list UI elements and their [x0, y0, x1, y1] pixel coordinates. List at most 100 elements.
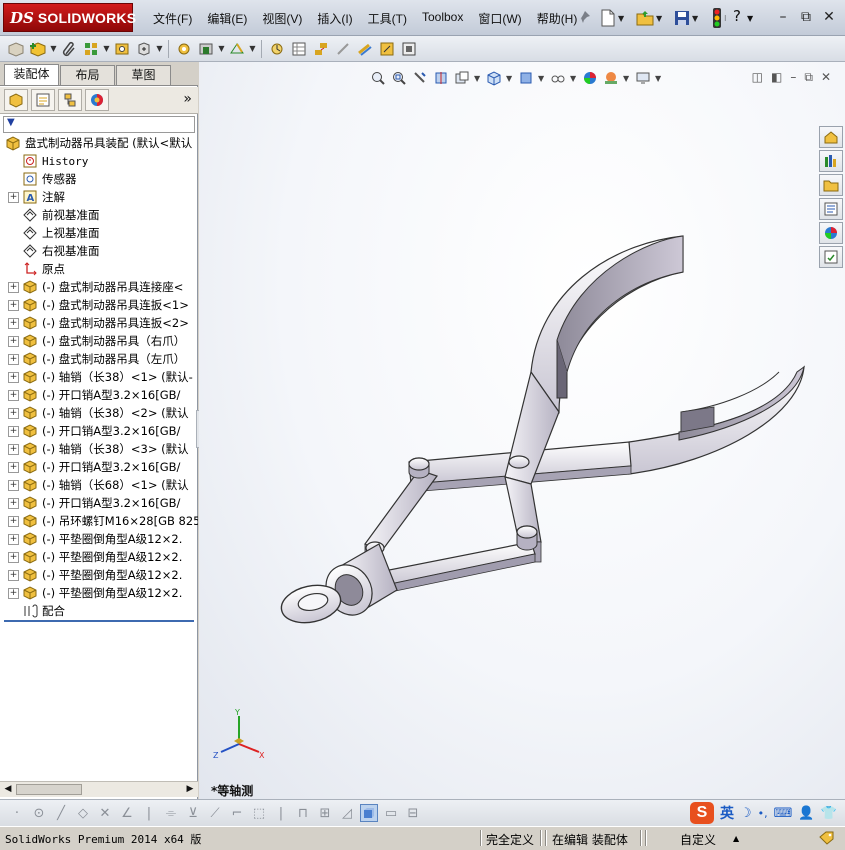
- tree-item[interactable]: + (-) 开口销A型3.2×16[GB/: [8, 458, 198, 476]
- featuremanager-tab[interactable]: [4, 89, 28, 111]
- mate-button[interactable]: [58, 39, 80, 59]
- expand-toggle-icon[interactable]: +: [8, 497, 19, 509]
- more-tabs-button[interactable]: »: [183, 91, 192, 107]
- assembly-features-button[interactable]: [195, 39, 217, 59]
- insert-component-button[interactable]: [5, 39, 27, 59]
- expand-toggle-icon[interactable]: +: [8, 335, 19, 347]
- help-button[interactable]: ? ▼: [733, 7, 753, 25]
- expand-toggle-icon[interactable]: +: [8, 461, 19, 473]
- grid-icon[interactable]: ⊞: [316, 804, 334, 822]
- chevron-down-icon[interactable]: ▼: [217, 44, 226, 53]
- hide-show-items-button[interactable]: [549, 69, 567, 87]
- tree-item[interactable]: + (-) 盘式制动器吊具连扳<1>: [8, 296, 198, 314]
- filter-field[interactable]: ▼: [3, 116, 195, 133]
- chevron-down-icon[interactable]: ▼: [248, 44, 257, 53]
- displaymanager-tab[interactable]: [85, 89, 109, 111]
- task-pane-view-palette[interactable]: [819, 198, 843, 220]
- moon-icon[interactable]: ☽: [740, 806, 752, 821]
- expand-toggle-icon[interactable]: +: [8, 281, 19, 293]
- task-pane-design-library[interactable]: [819, 150, 843, 172]
- open-button[interactable]: ▼: [636, 8, 662, 28]
- edit-appearance-button[interactable]: [581, 69, 599, 87]
- tree-item[interactable]: 上视基准面: [8, 224, 198, 242]
- view-settings-button[interactable]: [634, 69, 652, 87]
- task-pane-file-explorer[interactable]: [819, 174, 843, 196]
- restore-button[interactable]: ⧉: [797, 8, 815, 26]
- tree-item[interactable]: + (-) 轴销（长38）<1> (默认-: [8, 368, 198, 386]
- bill-of-materials-button[interactable]: [288, 39, 310, 59]
- expand-toggle-icon[interactable]: +: [8, 443, 19, 455]
- new-motion-study-button[interactable]: [266, 39, 288, 59]
- view-cube-icon[interactable]: [360, 804, 378, 822]
- chevron-down-icon[interactable]: ▼: [623, 74, 631, 83]
- tab-layout[interactable]: 布局: [60, 65, 115, 85]
- offset-icon[interactable]: ⟋: [206, 804, 224, 822]
- expand-toggle-icon[interactable]: +: [8, 587, 19, 599]
- punctuation-icon[interactable]: •,: [758, 807, 768, 820]
- chevron-down-icon[interactable]: ▼: [538, 74, 546, 83]
- tree-item[interactable]: + (-) 开口销A型3.2×16[GB/: [8, 386, 198, 404]
- previous-view-button[interactable]: [411, 69, 429, 87]
- tree-item[interactable]: + (-) 开口销A型3.2×16[GB/: [8, 494, 198, 512]
- tree-item[interactable]: + (-) 平垫圈倒角型A级12×2.: [8, 566, 198, 584]
- tree-item[interactable]: + A 注解: [8, 188, 198, 206]
- menu-edit[interactable]: 编辑(E): [200, 8, 255, 28]
- chevron-up-icon[interactable]: ▲: [733, 834, 739, 843]
- graphics-area[interactable]: ▼ ▼ ▼ ▼ ▼ ▼ ◫ ◧ – ⧉ ✕ Y X Z *等轴测: [199, 62, 845, 799]
- tree-item[interactable]: 右视基准面: [8, 242, 198, 260]
- split-vertical-icon[interactable]: ◧: [771, 70, 782, 85]
- exploded-view-button[interactable]: [310, 39, 332, 59]
- task-pane-appearances[interactable]: [819, 222, 843, 244]
- corner-rectangle-icon[interactable]: ⌐: [228, 804, 246, 822]
- expand-toggle-icon[interactable]: +: [8, 533, 19, 545]
- dimension-icon[interactable]: ⊓: [294, 804, 312, 822]
- minimize-button[interactable]: –: [774, 8, 792, 26]
- trim-icon[interactable]: ✕: [96, 804, 114, 822]
- interference-button[interactable]: [354, 39, 376, 59]
- split-horizontal-icon[interactable]: ◫: [752, 70, 763, 85]
- tree-rollback-bar[interactable]: [4, 620, 194, 622]
- instant3d-button[interactable]: [376, 39, 398, 59]
- expand-toggle-icon[interactable]: +: [8, 479, 19, 491]
- menu-tools[interactable]: 工具(T): [361, 8, 415, 28]
- tree-item[interactable]: + (-) 吊环螺钉M16×28[GB 825: [8, 512, 198, 530]
- chevron-down-icon[interactable]: ▼: [570, 74, 578, 83]
- dynamic-annotation-button[interactable]: [453, 69, 471, 87]
- tree-item[interactable]: History: [8, 152, 198, 170]
- dashed-rectangle-icon[interactable]: ⬚: [250, 804, 268, 822]
- sogou-logo[interactable]: S: [690, 802, 714, 824]
- tree-item[interactable]: 配合: [8, 602, 198, 620]
- close-button[interactable]: ✕: [820, 8, 838, 26]
- tile-horizontal-icon[interactable]: ▭: [382, 804, 400, 822]
- reference-geometry-button[interactable]: [226, 39, 248, 59]
- expand-toggle-icon[interactable]: +: [8, 551, 19, 563]
- user-icon[interactable]: 👤: [798, 806, 814, 821]
- mirror-icon[interactable]: ⌯: [162, 804, 180, 822]
- menu-window[interactable]: 窗口(W): [471, 8, 529, 28]
- menu-insert[interactable]: 插入(I): [310, 8, 360, 28]
- ime-language-toggle[interactable]: 英: [720, 803, 734, 823]
- restore-icon[interactable]: ⧉: [804, 70, 813, 85]
- tree-item[interactable]: 传感器: [8, 170, 198, 188]
- move-component-button[interactable]: [133, 39, 155, 59]
- chevron-down-icon[interactable]: ▼: [474, 74, 482, 83]
- tree-item[interactable]: + (-) 平垫圈倒角型A级12×2.: [8, 548, 198, 566]
- chevron-down-icon[interactable]: ▼: [655, 74, 663, 83]
- rebuild-tag-icon[interactable]: [818, 831, 834, 848]
- rebuild-button[interactable]: ⁝: [712, 8, 727, 28]
- menu-toolbox[interactable]: Toolbox: [415, 8, 471, 28]
- expand-toggle-icon[interactable]: +: [8, 191, 19, 203]
- relation-icon[interactable]: ◿: [338, 804, 356, 822]
- tab-sketch[interactable]: 草图: [116, 65, 171, 85]
- task-pane-home[interactable]: [819, 126, 843, 148]
- scroll-thumb[interactable]: [16, 784, 82, 795]
- scroll-right-icon[interactable]: ▶: [183, 783, 197, 796]
- hide-show-button[interactable]: [398, 39, 420, 59]
- view-orientation-button[interactable]: [485, 69, 503, 87]
- shirt-icon[interactable]: 👕: [821, 806, 837, 821]
- tree-item[interactable]: 原点: [8, 260, 198, 278]
- circle-icon[interactable]: ⊙: [30, 804, 48, 822]
- configurationmanager-tab[interactable]: [58, 89, 82, 111]
- expand-toggle-icon[interactable]: +: [8, 299, 19, 311]
- point-icon[interactable]: ·: [8, 804, 26, 822]
